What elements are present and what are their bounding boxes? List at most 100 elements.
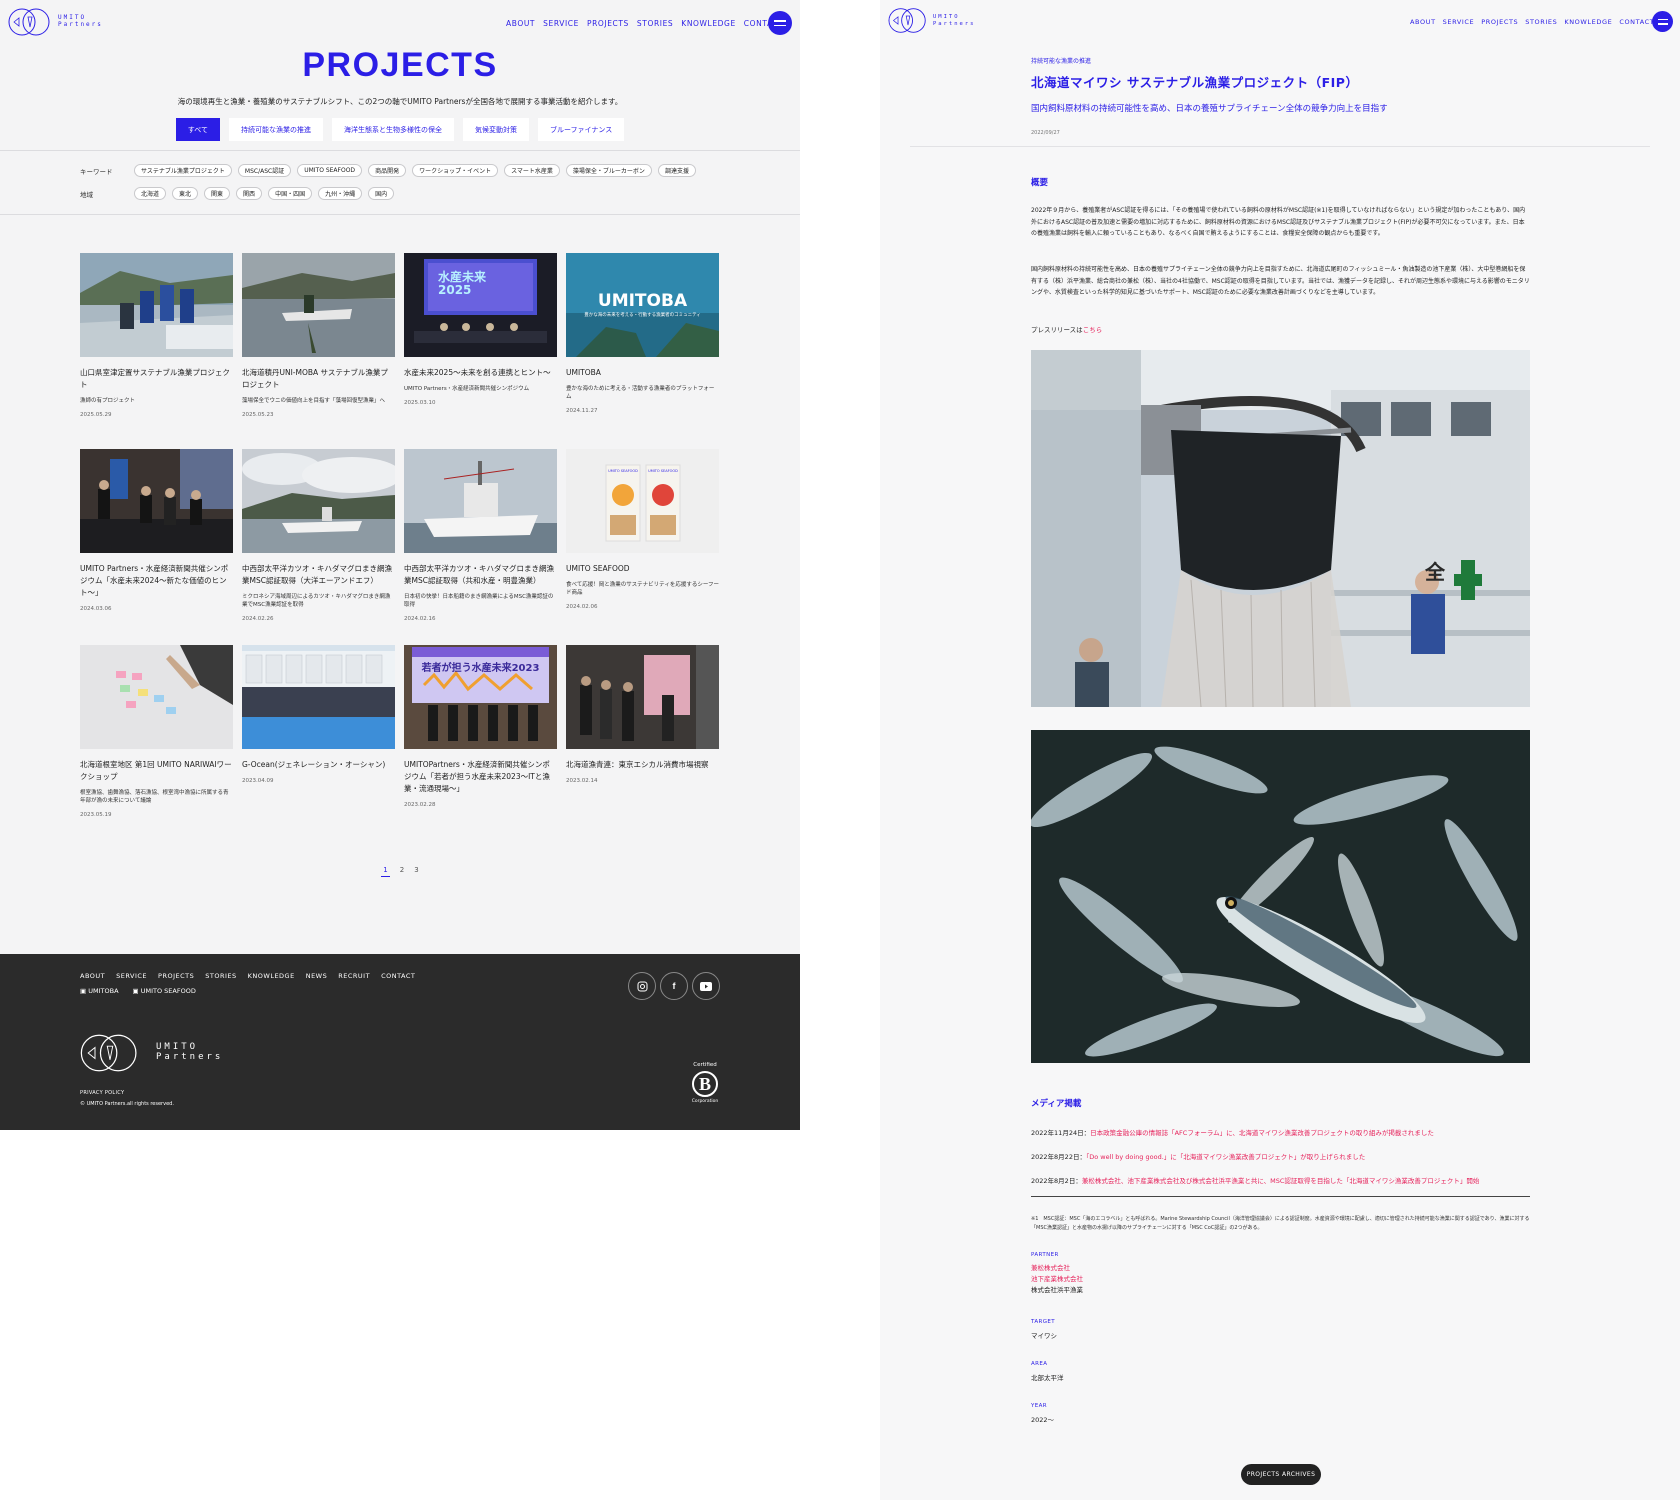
divider [0,150,800,151]
card-title: 中西部太平洋カツオ・キハダマグロまき網漁業MSC認証取得（共和水産・明豊漁業） [404,564,554,585]
project-card[interactable]: 水産未来 2025 水産未来2025〜未来を創る連携とヒント〜 UMITO Pa… [404,253,557,449]
logo-name-line2: Partners [933,20,976,27]
footer-link[interactable]: CONTACT [381,972,415,980]
project-card[interactable]: UMITO SEAFOOD UMITO SEAFOOD UMITO SEAFOO… [566,449,719,645]
project-card[interactable]: 中西部太平洋カツオ・キハダマグロまき網漁業MSC認証取得（大洋エーアンドエフ） … [242,449,395,645]
footer-ext-link-seafood[interactable]: ▣ UMITO SEAFOOD [133,987,196,995]
footer-link[interactable]: RECRUIT [338,972,370,980]
press-release-link[interactable]: こちら [1083,326,1103,334]
project-card[interactable]: 山口県室津定置サステナブル漁業プロジェクト 漁師の有プロジェクト 2025.05… [80,253,233,449]
hamburger-icon[interactable] [768,11,792,35]
card-title: UMITOPartners・水産経済新聞共催シンポジウム「若者が担う水産未来20… [404,760,550,793]
bcorp-badge: Certified B Corporation [690,1062,720,1104]
page-link-2[interactable]: 2 [400,866,404,877]
project-thumbnail [80,449,233,553]
projects-archives-button[interactable]: PROJECTS ARCHIVES [1241,1464,1321,1485]
keyword-label: キーワード [80,167,113,176]
hamburger-icon[interactable] [1652,11,1673,32]
nav-knowledge[interactable]: KNOWLEDGE [1564,18,1612,26]
chip-region[interactable]: 東北 [172,187,199,200]
footer-link[interactable]: NEWS [306,972,328,980]
chip-region[interactable]: 関西 [236,187,263,200]
main-nav: ABOUT SERVICE PROJECTS STORIES KNOWLEDGE… [1410,18,1654,26]
thumbnail-screen-text: 水産未来 2025 [438,270,487,297]
nav-projects[interactable]: PROJECTS [587,19,629,28]
project-card[interactable]: 北海道漁青連：東京エシカル消費市場視察 2023.02.14 [566,645,719,841]
project-detail-page: UMITO Partners ABOUT SERVICE PROJECTS ST… [880,0,1680,1500]
facebook-icon[interactable]: f [660,972,688,1000]
nav-about[interactable]: ABOUT [1410,18,1436,26]
card-title: 水産未来2025〜未来を創る連携とヒント〜 [404,368,551,377]
nav-service[interactable]: SERVICE [1443,18,1475,26]
instagram-icon[interactable] [628,972,656,1000]
card-date: 2025.03.10 [404,400,436,406]
privacy-policy-link[interactable]: PRIVACY POLICY [80,1090,124,1096]
chip-keyword[interactable]: 商品開発 [368,164,407,177]
project-card[interactable]: 中西部太平洋カツオ・キハダマグロまき網漁業MSC認証取得（共和水産・明豊漁業） … [404,449,557,645]
divider [0,214,800,215]
nav-knowledge[interactable]: KNOWLEDGE [681,19,736,28]
footer-link[interactable]: SERVICE [116,972,147,980]
chip-keyword[interactable]: サステナブル漁業プロジェクト [134,164,232,177]
chip-keyword[interactable]: MSC/ASC認証 [237,164,292,177]
thumbnail-banner-text: 若者が担う水産未来2023 [421,663,540,674]
tab-ecosystem[interactable]: 海洋生態系と生物多様性の保全 [331,118,454,141]
footer-link[interactable]: ABOUT [80,972,105,980]
chip-region[interactable]: 国内 [368,187,395,200]
card-title: UMITO Partners・水産経済新聞共催シンポジウム「水産未来2024〜新… [80,564,229,597]
chip-keyword[interactable]: スマート水産業 [504,164,560,177]
card-subtitle: 食べて応援！岡と漁業のサステナビリティを応援するシーフード商品 [566,582,720,596]
bcorp-corporation: Corporation [691,1099,719,1104]
card-title: UMITO SEAFOOD [566,564,630,573]
chip-keyword[interactable]: ワークショップ・イベント [412,164,499,177]
chip-region[interactable]: 関東 [204,187,231,200]
umito-logo[interactable]: UMITO Partners [8,6,103,38]
nav-contact[interactable]: CONTACT [1619,18,1654,26]
nav-projects[interactable]: PROJECTS [1481,18,1518,26]
chip-keyword[interactable]: UMITO SEAFOOD [297,164,363,177]
project-card[interactable]: UMITOBA 豊かな海の未来を考える・行動する漁業者のコミュニティ UMITO… [566,253,719,449]
project-card[interactable]: 北海道根室地区 第1回 UMITO NARIWAIワークショップ 根室漁協、歯舞… [80,645,233,841]
nav-stories[interactable]: STORIES [1525,18,1557,26]
partner-link[interactable]: 兼松株式会社 [1031,1263,1530,1274]
footer-ext-link-umitoba[interactable]: ▣ UMITOBA [80,987,119,995]
media-link[interactable]: 「Do well by doing good.」に「北海道マイワシ漁業改善プロジ… [1086,1153,1365,1161]
project-category[interactable]: 持続可能な漁業の推進 [1031,56,1530,65]
footer-logo[interactable]: UMITO Partners [80,1030,223,1076]
footer-link[interactable]: STORIES [205,972,236,980]
media-link[interactable]: 兼松株式会社、池下産業株式会社及び株式会社浜平漁業と共に、MSC認証取得を目指し… [1082,1177,1480,1185]
project-thumbnail [566,645,719,749]
chip-region[interactable]: 中国・四国 [268,187,313,200]
ship-sign-text: 全 [1425,560,1445,584]
partner-link[interactable]: 池下産業株式会社 [1031,1274,1530,1285]
tab-sustainable-fishery[interactable]: 持続可能な漁業の推進 [228,118,323,141]
tab-all[interactable]: すべて [175,118,220,141]
tab-blue-finance[interactable]: ブルーファイナンス [537,118,625,141]
nav-service[interactable]: SERVICE [543,19,579,28]
chip-region[interactable]: 北海道 [134,187,167,200]
project-card[interactable]: G-Ocean(ジェネレーション・オーシャン) 2023.04.09 [242,645,395,841]
youtube-icon[interactable] [692,972,720,1000]
tab-climate[interactable]: 気候変動対策 [462,118,529,141]
page-link-1[interactable]: 1 [381,866,390,877]
project-card[interactable]: 若者が担う水産未来2023 UMITOPartners・水産経済新聞共催シンポジ… [404,645,557,841]
category-tabs: すべて 持続可能な漁業の推進 海洋生態系と生物多様性の保全 気候変動対策 ブルー… [0,118,800,141]
nav-about[interactable]: ABOUT [506,19,535,28]
chip-keyword[interactable]: 藻場保全・ブルーカーボン [565,164,652,177]
card-date: 2023.02.28 [404,802,436,808]
card-date: 2024.11.27 [566,408,598,414]
page-link-3[interactable]: 3 [414,866,418,877]
project-card[interactable]: UMITO Partners・水産経済新聞共催シンポジウム「水産未来2024〜新… [80,449,233,645]
chip-region[interactable]: 九州・沖縄 [318,187,363,200]
footer-link[interactable]: PROJECTS [158,972,194,980]
chip-keyword[interactable]: 調達支援 [657,164,696,177]
project-card[interactable]: 北海道積丹UNI-MOBA サステナブル漁業プロジェクト 藻場保全でウニの価値向… [242,253,395,449]
card-subtitle: 根室漁協、歯舞漁協、落石漁協、根室湾中漁協に所属する青年部が漁の未来について議論 [80,790,229,804]
media-link[interactable]: 日本政策金融公庫の情報誌「AFCフォーラム」に、北海道マイワシ漁業改善プロジェク… [1090,1129,1434,1137]
nav-stories[interactable]: STORIES [637,19,673,28]
umito-logo[interactable]: UMITO Partners [888,6,976,35]
external-link-icon: ▣ [132,987,139,995]
card-title: G-Ocean(ジェネレーション・オーシャン) [242,760,386,769]
footer-link[interactable]: KNOWLEDGE [248,972,295,980]
bcorp-icon: B [692,1071,718,1097]
